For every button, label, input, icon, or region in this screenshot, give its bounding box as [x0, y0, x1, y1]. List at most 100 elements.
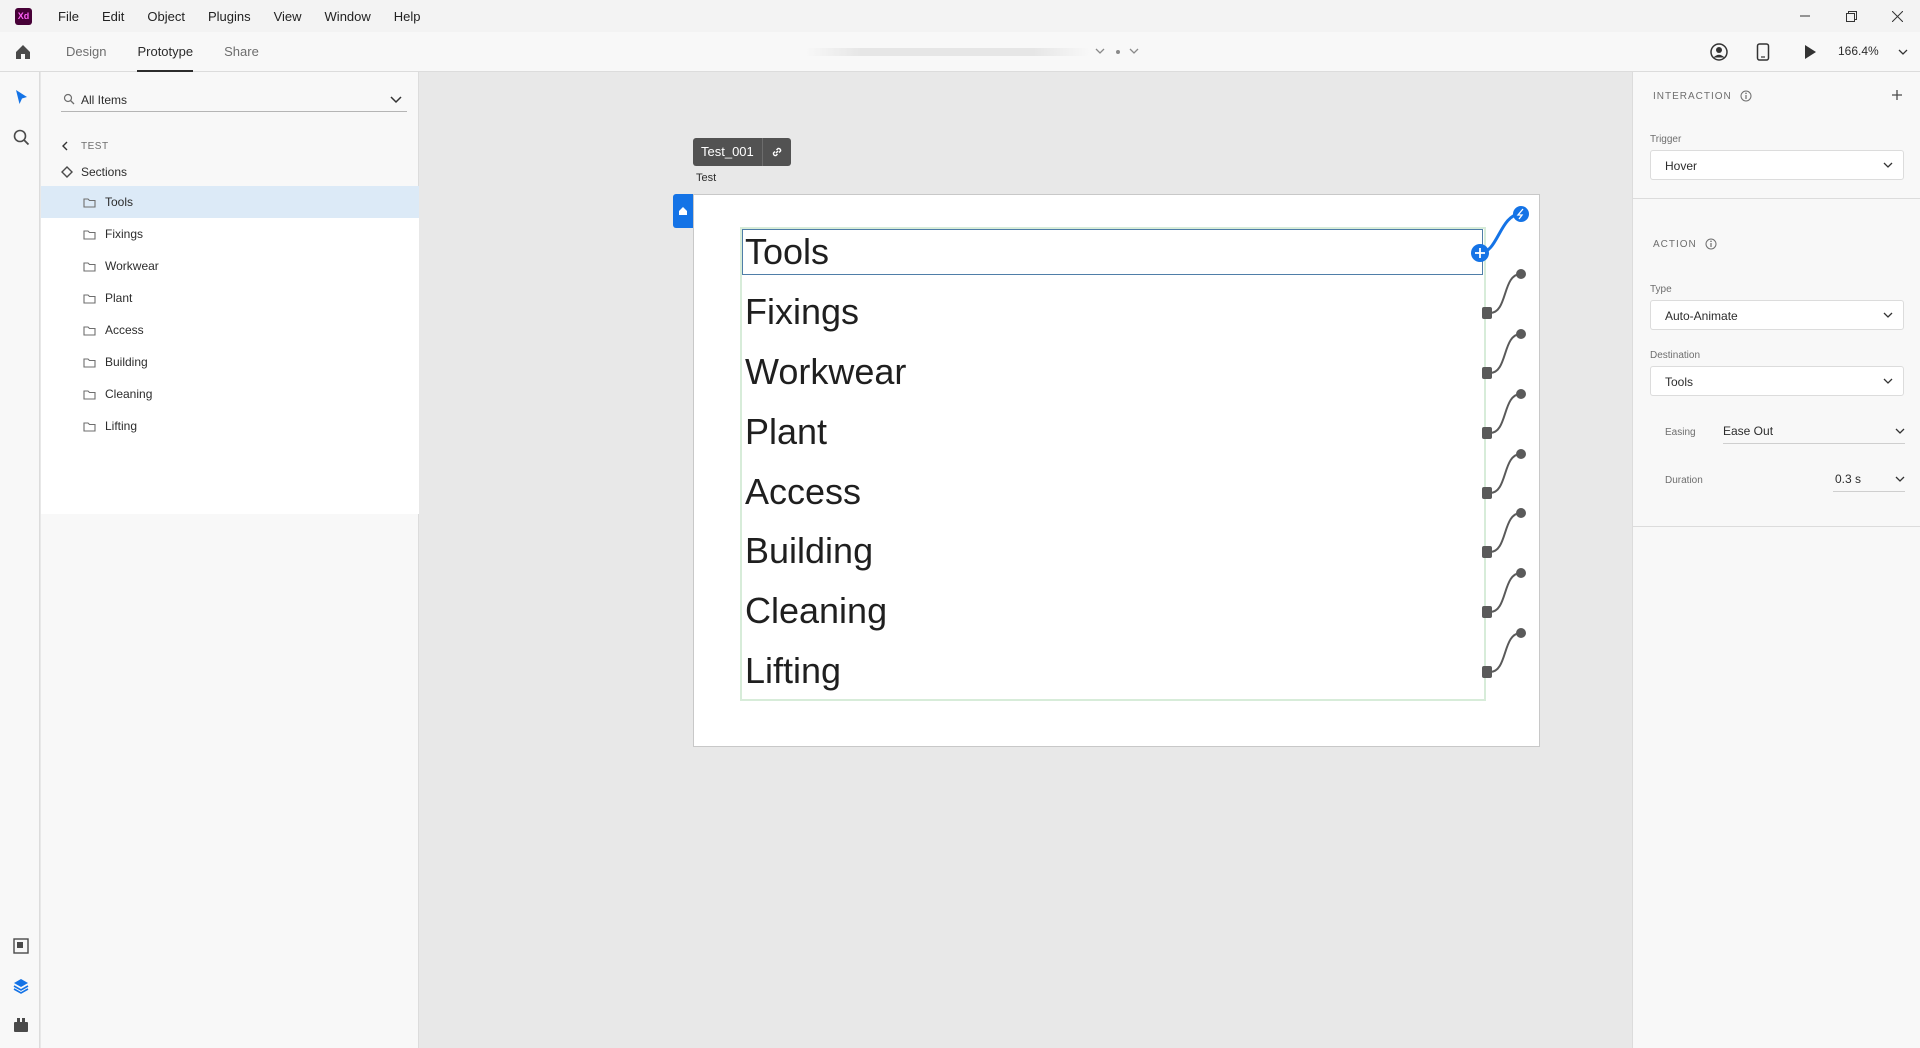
wire-access[interactable] [1482, 449, 1526, 499]
select-tool-icon[interactable] [12, 88, 30, 106]
wire-lifting[interactable] [1482, 628, 1526, 678]
destination-label: Destination [1650, 350, 1701, 361]
close-window-button[interactable] [1874, 0, 1920, 32]
breadcrumb[interactable]: TEST [61, 140, 109, 152]
user-icon [1710, 43, 1728, 61]
wire-plant[interactable] [1482, 389, 1526, 439]
layer-item-cleaning[interactable]: Cleaning [41, 378, 419, 410]
tab-share[interactable]: Share [224, 32, 259, 72]
play-preview-button[interactable] [1803, 32, 1817, 72]
zoom-level[interactable]: 166.4% [1838, 44, 1879, 58]
tab-prototype[interactable]: Prototype [137, 32, 193, 72]
wire-workwear[interactable] [1482, 329, 1526, 379]
menu-edit[interactable]: Edit [102, 9, 124, 24]
layer-item-label: Building [105, 355, 148, 369]
chevron-down-icon [1895, 428, 1905, 434]
type-dropdown[interactable]: Auto-Animate [1650, 300, 1904, 330]
layer-item-building[interactable]: Building [41, 346, 419, 378]
wire-cleaning[interactable] [1482, 568, 1526, 618]
breadcrumb-label: TEST [81, 140, 109, 152]
layer-item-tools[interactable]: Tools [41, 186, 419, 218]
layer-item-label: Fixings [105, 227, 144, 241]
easing-underline [1723, 443, 1905, 444]
folder-icon [83, 261, 96, 272]
destination-dropdown[interactable]: Tools [1650, 366, 1904, 396]
easing-dropdown[interactable]: Easing Ease Out [1665, 418, 1905, 446]
layers-panel: All Items TEST Sections Tools Fixings Wo… [41, 72, 419, 1048]
search-icon[interactable] [12, 128, 30, 146]
trigger-dropdown[interactable]: Hover [1650, 150, 1904, 180]
chevron-down-icon [1883, 162, 1893, 168]
add-interaction-icon[interactable] [1891, 89, 1903, 101]
duration-dropdown[interactable]: Duration 0.3 s [1665, 466, 1905, 494]
home-icon [16, 45, 30, 59]
restore-icon [1845, 10, 1857, 22]
chevron-down-icon[interactable] [1128, 44, 1140, 58]
chevron-down-icon[interactable] [389, 94, 403, 106]
menu-view[interactable]: View [274, 9, 302, 24]
type-label: Type [1650, 284, 1672, 295]
folder-icon [83, 229, 96, 240]
info-icon[interactable] [1705, 238, 1717, 250]
device-preview-button[interactable] [1756, 32, 1770, 72]
phone-icon [1756, 43, 1770, 61]
layer-item-fixings[interactable]: Fixings [41, 218, 419, 250]
chevron-down-icon[interactable] [1897, 45, 1909, 59]
chevron-down-icon[interactable] [1094, 44, 1106, 58]
menu-file[interactable]: File [58, 9, 79, 24]
home-button[interactable] [13, 42, 33, 62]
layer-item-label: Lifting [105, 419, 138, 433]
menu-help[interactable]: Help [394, 9, 421, 24]
duration-underline [1833, 491, 1905, 492]
easing-value: Ease Out [1723, 424, 1774, 438]
menu-window[interactable]: Window [325, 9, 371, 24]
layer-item-plant[interactable]: Plant [41, 282, 419, 314]
plugins-icon[interactable] [12, 1016, 30, 1034]
mode-tabs: Design Prototype Share [66, 32, 290, 72]
tab-design[interactable]: Design [66, 32, 106, 72]
close-icon [1891, 10, 1903, 22]
top-toolbar: Design Prototype Share 166.4% [0, 32, 1920, 72]
layers-search-input[interactable]: All Items [61, 88, 407, 112]
wire-trigger-handle[interactable] [1513, 206, 1529, 222]
canvas[interactable]: Test_001 Test Tools Fixings Workwear Pla… [420, 72, 1632, 1048]
divider [1633, 526, 1920, 527]
layers-icon[interactable] [12, 977, 30, 995]
menu-plugins[interactable]: Plugins [208, 9, 251, 24]
layer-item-label: Cleaning [105, 387, 153, 401]
layer-list: Tools Fixings Workwear Plant Access Buil… [41, 186, 419, 442]
wire-building[interactable] [1482, 508, 1526, 558]
destination-value: Tools [1665, 375, 1694, 389]
share-user-button[interactable] [1710, 32, 1728, 72]
duration-label: Duration [1665, 475, 1703, 486]
easing-label: Easing [1665, 427, 1696, 438]
minimize-button[interactable] [1782, 0, 1828, 32]
info-icon[interactable] [1740, 90, 1752, 102]
folder-icon [83, 357, 96, 368]
layer-item-workwear[interactable]: Workwear [41, 250, 419, 282]
interaction-heading-label: INTERACTION [1653, 90, 1732, 102]
left-rail [0, 72, 40, 1048]
wire-fixings[interactable] [1482, 269, 1526, 319]
layer-item-lifting[interactable]: Lifting [41, 410, 419, 442]
component-icon [61, 166, 73, 178]
restore-button[interactable] [1828, 0, 1874, 32]
chevron-left-icon [62, 141, 68, 151]
folder-icon [83, 293, 96, 304]
folder-icon [83, 389, 96, 400]
menu-object[interactable]: Object [147, 9, 185, 24]
folder-icon [83, 197, 96, 208]
document-title[interactable] [805, 48, 1090, 56]
layer-item-label: Plant [105, 291, 133, 305]
document-assets-icon[interactable] [12, 937, 30, 955]
duration-value: 0.3 s [1835, 472, 1862, 486]
search-icon [63, 93, 75, 105]
layer-item-access[interactable]: Access [41, 314, 419, 346]
action-heading-label: ACTION [1653, 238, 1697, 250]
layer-group-sections[interactable]: Sections [41, 156, 419, 188]
window-controls [1782, 0, 1920, 32]
folder-icon [83, 325, 96, 336]
divider [1633, 198, 1920, 199]
trigger-label: Trigger [1650, 134, 1682, 145]
interaction-heading: INTERACTION [1653, 90, 1752, 102]
